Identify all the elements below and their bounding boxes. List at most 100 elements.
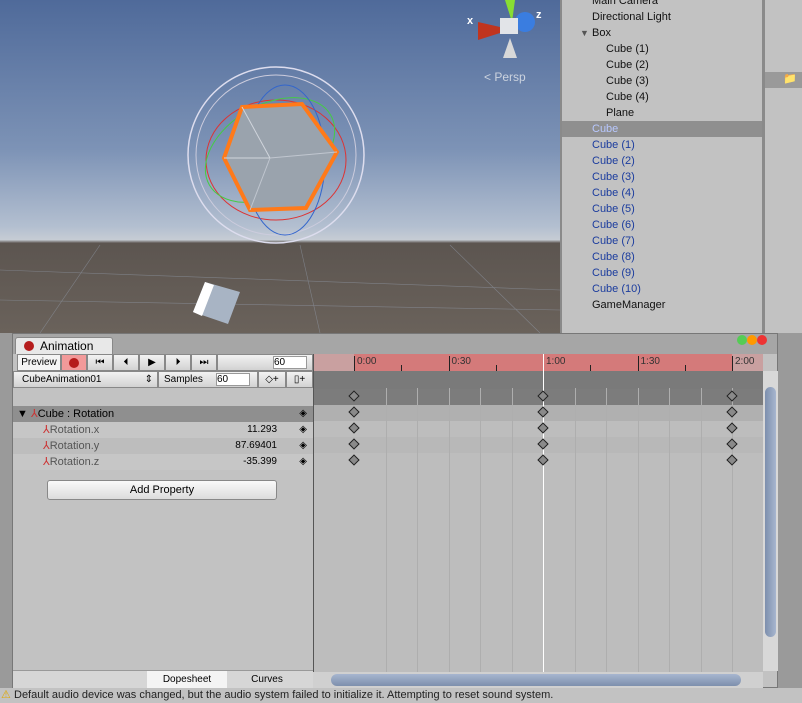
property-label: Rotation.x	[49, 424, 100, 436]
close-button[interactable]	[757, 335, 767, 345]
scene-view[interactable]: x z < Persp	[0, 0, 560, 333]
hierarchy-item[interactable]: Main Camera	[562, 0, 762, 9]
hierarchy-item-label: Cube (3)	[606, 75, 649, 87]
hierarchy-item[interactable]: Cube (4)	[562, 89, 762, 105]
transform-icon: ⅄	[43, 456, 50, 468]
gizmo-x-label: x	[467, 15, 474, 27]
property-value[interactable]: 11.293	[247, 422, 277, 438]
projection-text: Persp	[494, 70, 526, 84]
last-key-button[interactable]: ⏭	[191, 354, 217, 371]
add-property-button[interactable]: Add Property	[47, 480, 277, 500]
hierarchy-item-label: Cube (1)	[592, 139, 635, 151]
hierarchy-item-label: Plane	[606, 107, 635, 119]
keyframe-toggle-icon[interactable]: ◈	[299, 422, 307, 438]
frame-input[interactable]	[273, 356, 307, 369]
grid-line	[385, 388, 387, 672]
add-keyframe-button[interactable]: ◇+	[258, 371, 286, 388]
maximize-button[interactable]	[737, 335, 747, 345]
hierarchy-item[interactable]: Cube (2)	[562, 57, 762, 73]
ruler-label: 0:30	[451, 356, 471, 367]
prev-key-button[interactable]: ⏴	[113, 354, 139, 371]
dopesheet-timeline[interactable]: 0:00 0:30 1:00 1:30 2:00	[313, 354, 763, 672]
hierarchy-item-label: Cube (6)	[592, 219, 635, 231]
keyframe[interactable]	[348, 454, 360, 466]
hierarchy-item[interactable]: Cube (7)	[562, 233, 762, 249]
hierarchy-item-label: Cube (9)	[592, 267, 635, 279]
horizontal-scrollbar[interactable]	[313, 672, 763, 688]
keyframe[interactable]	[348, 422, 360, 434]
ruler-label: 1:00	[546, 356, 566, 367]
animation-tabbar: Animation	[13, 334, 777, 354]
status-bar[interactable]: ⚠ Default audio device was changed, but t…	[0, 688, 802, 703]
samples-input[interactable]	[216, 373, 250, 386]
hierarchy-item-label: Cube	[592, 123, 619, 135]
keyframe[interactable]	[726, 422, 738, 434]
hierarchy-item[interactable]: GameManager	[562, 297, 762, 313]
tab-dopesheet[interactable]: Dopesheet	[147, 671, 227, 689]
property-row[interactable]: ⅄Rotation.z -35.399 ◈	[13, 454, 313, 470]
ruler-tick	[732, 356, 733, 371]
property-value[interactable]: -35.399	[243, 454, 277, 470]
next-key-button[interactable]: ⏵	[165, 354, 191, 371]
hierarchy-item[interactable]: Directional Light	[562, 9, 762, 25]
keyframe[interactable]	[537, 422, 549, 434]
transform-icon: ⅄	[43, 424, 50, 436]
grid-line	[700, 388, 702, 672]
keyframe-toggle-icon[interactable]: ◈	[299, 406, 307, 422]
ruler-tick	[354, 356, 355, 371]
ruler-tick	[637, 356, 639, 371]
hierarchy-item[interactable]: Cube (10)	[562, 281, 762, 297]
add-event-button[interactable]: ▯+	[286, 371, 313, 388]
folder-row[interactable]: 📁	[765, 72, 802, 88]
property-group-row[interactable]: ▼ ⅄Cube : Rotation ◈	[13, 406, 313, 422]
hierarchy-item[interactable]: Plane	[562, 105, 762, 121]
hierarchy-item[interactable]: Cube (1)	[562, 41, 762, 57]
playhead[interactable]	[543, 354, 544, 672]
record-icon	[69, 358, 79, 368]
tab-curves[interactable]: Curves	[227, 671, 307, 689]
hierarchy-item[interactable]: Cube (3)	[562, 73, 762, 89]
hierarchy-item[interactable]: ▼ Box	[562, 25, 762, 41]
hierarchy-item[interactable]: Cube (9)	[562, 265, 762, 281]
vertical-scrollbar[interactable]	[763, 371, 778, 671]
keyframe-toggle-icon[interactable]: ◈	[299, 454, 307, 470]
property-row[interactable]: ⅄Rotation.y 87.69401 ◈	[13, 438, 313, 454]
first-key-button[interactable]: ⏮	[87, 354, 113, 371]
keyframe[interactable]	[537, 454, 549, 466]
property-value[interactable]: 87.69401	[235, 438, 277, 454]
project-panel: 📁	[762, 0, 802, 333]
hierarchy-item-label: Cube (4)	[592, 187, 635, 199]
ruler-label: 1:30	[640, 356, 660, 367]
record-button[interactable]	[61, 354, 87, 371]
hierarchy-item-label: Box	[592, 27, 611, 39]
clip-dropdown[interactable]: CubeAnimation01 ⇕	[13, 371, 158, 388]
ruler-tick	[401, 365, 403, 371]
scroll-thumb[interactable]	[331, 674, 741, 686]
expand-triangle-icon[interactable]: ▼	[580, 25, 589, 41]
hierarchy-item[interactable]: Cube (8)	[562, 249, 762, 265]
grid-line	[480, 388, 481, 672]
hierarchy-item[interactable]: Cube (6)	[562, 217, 762, 233]
hierarchy-item-label: Cube (10)	[592, 283, 641, 295]
hierarchy-item[interactable]: Cube (5)	[562, 201, 762, 217]
tab-animation[interactable]: Animation	[15, 337, 113, 354]
hierarchy-item[interactable]: Cube	[562, 121, 762, 137]
projection-label[interactable]: < Persp	[484, 70, 526, 84]
hierarchy-item[interactable]: Cube (4)	[562, 185, 762, 201]
hierarchy-item-label: Cube (1)	[606, 43, 649, 55]
property-row[interactable]: ⅄Rotation.x 11.293 ◈	[13, 422, 313, 438]
preview-button[interactable]: Preview	[17, 354, 61, 371]
event-track[interactable]	[314, 371, 763, 389]
tab-label: Animation	[40, 339, 94, 353]
property-label: Rotation.y	[49, 440, 100, 452]
expand-triangle-icon[interactable]: ▼	[17, 408, 28, 420]
hierarchy-item[interactable]: Cube (3)	[562, 169, 762, 185]
grid-line	[669, 388, 670, 672]
play-button[interactable]: ▶	[139, 354, 165, 371]
scroll-thumb[interactable]	[765, 387, 776, 637]
hierarchy-item[interactable]: Cube (2)	[562, 153, 762, 169]
keyframe[interactable]	[726, 454, 738, 466]
minimize-button[interactable]	[747, 335, 757, 345]
keyframe-toggle-icon[interactable]: ◈	[299, 438, 307, 454]
hierarchy-item[interactable]: Cube (1)	[562, 137, 762, 153]
